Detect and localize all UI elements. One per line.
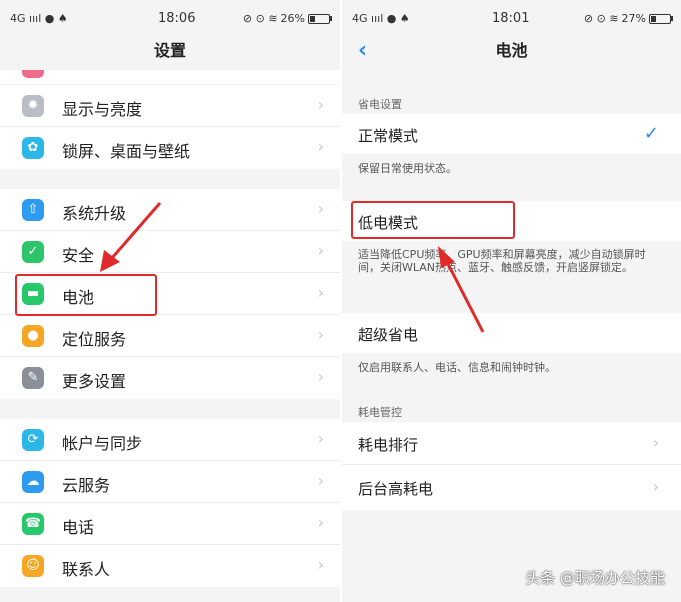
settings-screen: 4G ıııl ● ♠ 18:06 ⊘ ⊙ ≋ 26% 设置 ✹ 显示与亮度 › ✿ 锁… [0,0,340,602]
arrow-annotation [100,202,162,272]
battery-screen: 4G ıııl ● ♠ 18:01 ⊘ ⊙ ≋ 27% ‹ 电池 省电设置 正常… [342,0,681,602]
arrow-annotation [438,246,485,333]
watermark: 头条 @职场办公技能 [525,569,665,587]
